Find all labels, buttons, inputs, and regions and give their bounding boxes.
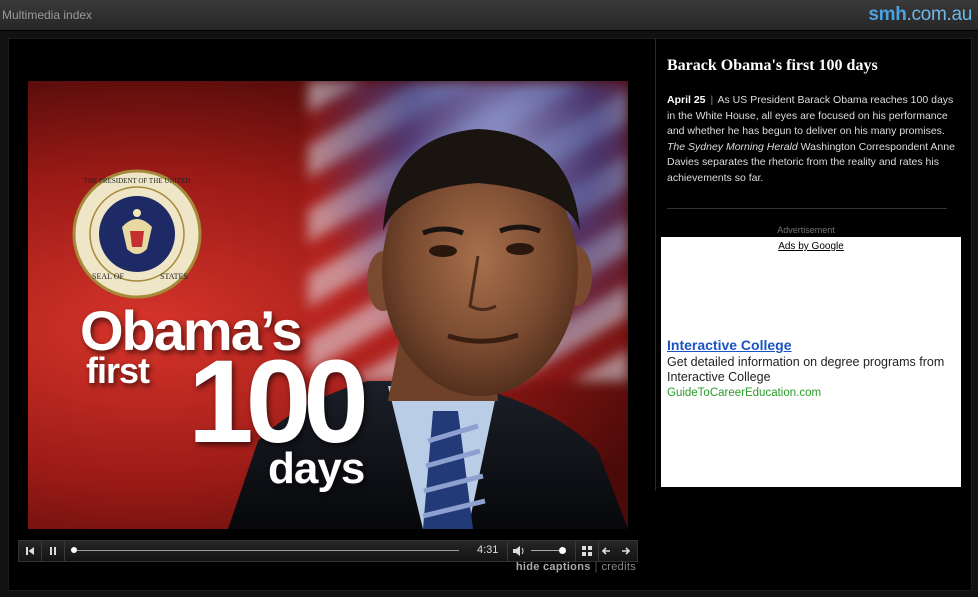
top-bar: Multimedia index smh.com.au (0, 0, 978, 31)
arrow-left-icon (601, 547, 610, 555)
divider (667, 208, 947, 209)
volume-handle[interactable] (558, 547, 566, 554)
previous-button[interactable] (595, 541, 617, 561)
headline-days: days (268, 444, 365, 493)
seek-handle[interactable] (71, 547, 77, 553)
seal-text-bottom: SEAL OF (92, 272, 124, 281)
story-title: Barack Obama's first 100 days (667, 57, 878, 74)
logo-domain: .com.au (906, 4, 973, 25)
ads-by-google-link[interactable]: Ads by Google (661, 241, 961, 252)
video-viewport[interactable]: THE PRESIDENT OF THE UNITED SEAL OF STAT… (28, 81, 628, 529)
seal-text-side: STATES (160, 272, 188, 281)
presidential-seal: THE PRESIDENT OF THE UNITED SEAL OF STAT… (72, 169, 202, 299)
advertisement-label: Advertisement (777, 225, 835, 235)
seek-bar[interactable] (71, 547, 459, 553)
caption-links: hide captions | credits (516, 561, 636, 573)
pause-button[interactable] (42, 541, 65, 561)
link-separator: | (594, 561, 598, 573)
time-display: 4:31 (477, 544, 499, 556)
headline-first: first (86, 350, 150, 391)
story-body: April 25 | As US President Barack Obama … (667, 93, 959, 186)
pause-icon (50, 547, 56, 555)
grid-icon (582, 546, 592, 556)
skip-start-icon (26, 547, 34, 555)
ad-title-link[interactable]: Interactive College (667, 337, 792, 353)
player-controls: 4:31 (18, 540, 638, 562)
next-button[interactable] (615, 541, 637, 561)
google-ad: Ads by Google Interactive College Get de… (661, 237, 961, 487)
hide-captions-link[interactable]: hide captions (516, 561, 591, 573)
site-logo[interactable]: smh.com.au (868, 4, 972, 26)
ad-url[interactable]: GuideToCareerEducation.com (667, 387, 821, 399)
credits-link[interactable]: credits (602, 561, 637, 573)
story-publication: The Sydney Morning Herald (667, 140, 798, 153)
volume-button[interactable] (507, 541, 530, 561)
seal-text-top: THE PRESIDENT OF THE UNITED (84, 177, 191, 185)
rewind-button[interactable] (19, 541, 42, 561)
speaker-icon (513, 546, 524, 556)
ad-description: Get detailed information on degree progr… (667, 355, 945, 384)
multimedia-index-link[interactable]: Multimedia index (2, 8, 92, 22)
arrow-right-icon (622, 547, 631, 555)
story-date-separator: | (710, 94, 714, 106)
logo-smh: smh (868, 4, 907, 25)
story-date: April 25 (667, 94, 706, 106)
